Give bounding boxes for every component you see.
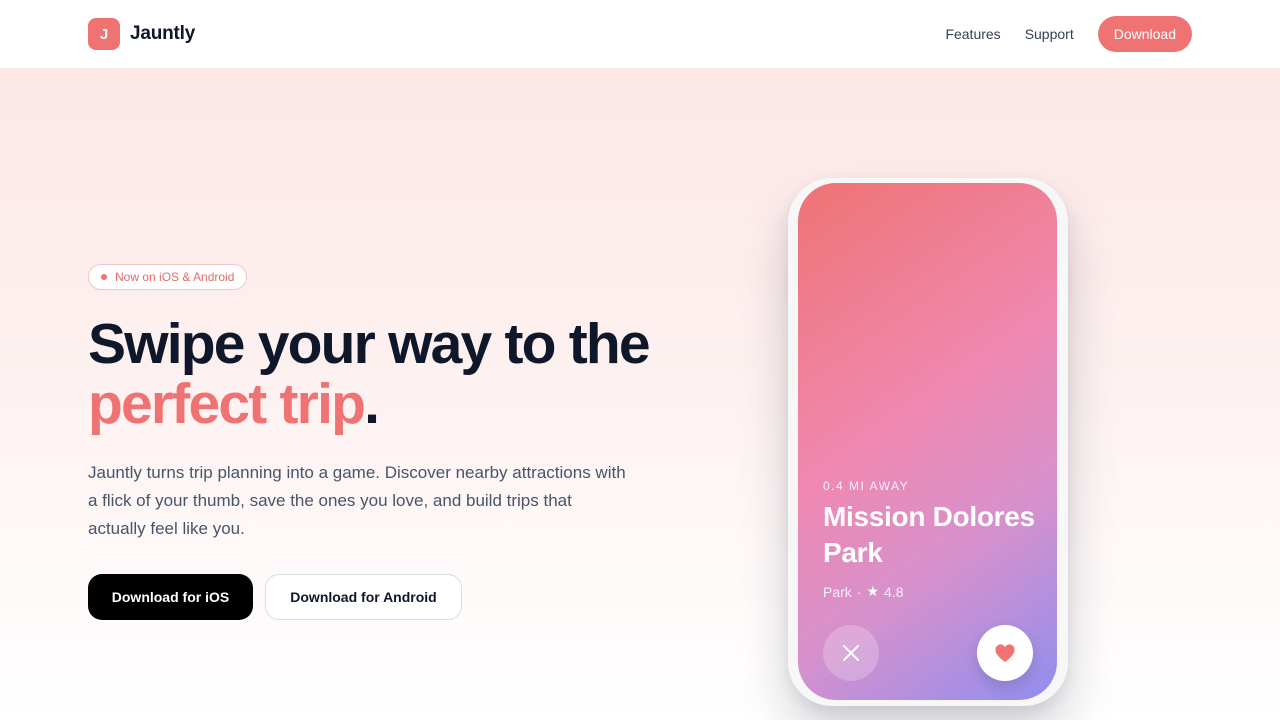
download-ios-button[interactable]: Download for iOS [88, 574, 253, 620]
badge-label: Now on iOS & Android [115, 270, 235, 284]
card-title: Mission Dolores Park [823, 501, 1035, 568]
headline-main: Swipe your way to the [88, 312, 651, 376]
meta-separator: · [856, 583, 862, 600]
like-button[interactable] [977, 625, 1033, 681]
card-category: Park [823, 583, 852, 600]
badge-dot-icon [101, 274, 107, 280]
card-rating: 4.8 [884, 583, 904, 600]
hero-headline: Swipe your way to the perfect trip. [88, 314, 708, 434]
close-icon [843, 645, 859, 661]
hero-subtext: Jauntly turns trip planning into a game.… [88, 463, 626, 538]
attraction-card[interactable]: 0.4 MI AWAY Mission Dolores Park Park · … [798, 183, 1057, 700]
phone-mockup: 0.4 MI AWAY Mission Dolores Park Park · … [788, 178, 1068, 706]
nav-link-support[interactable]: Support [1025, 26, 1074, 42]
card-distance: 0.4 MI AWAY [823, 479, 910, 493]
heart-icon [995, 644, 1015, 663]
brand-name: Jauntly [130, 23, 196, 44]
header-download-button[interactable]: Download [1097, 16, 1192, 52]
card-meta: Park · ★ 4.8 [823, 583, 904, 600]
nav-link-features[interactable]: Features [945, 26, 1000, 42]
logo-mark: J [88, 18, 120, 50]
site-header: J Jauntly Features Support Download [0, 0, 1280, 68]
brand-logo[interactable]: J Jauntly [88, 18, 195, 50]
platform-badge: Now on iOS & Android [88, 264, 248, 290]
main-nav: Features Support Download [945, 16, 1192, 52]
download-android-button[interactable]: Download for Android [265, 574, 462, 620]
headline-accent: perfect trip [88, 372, 366, 436]
headline-period: . [364, 372, 380, 436]
star-icon: ★ [866, 583, 880, 599]
skip-button[interactable] [823, 625, 879, 681]
